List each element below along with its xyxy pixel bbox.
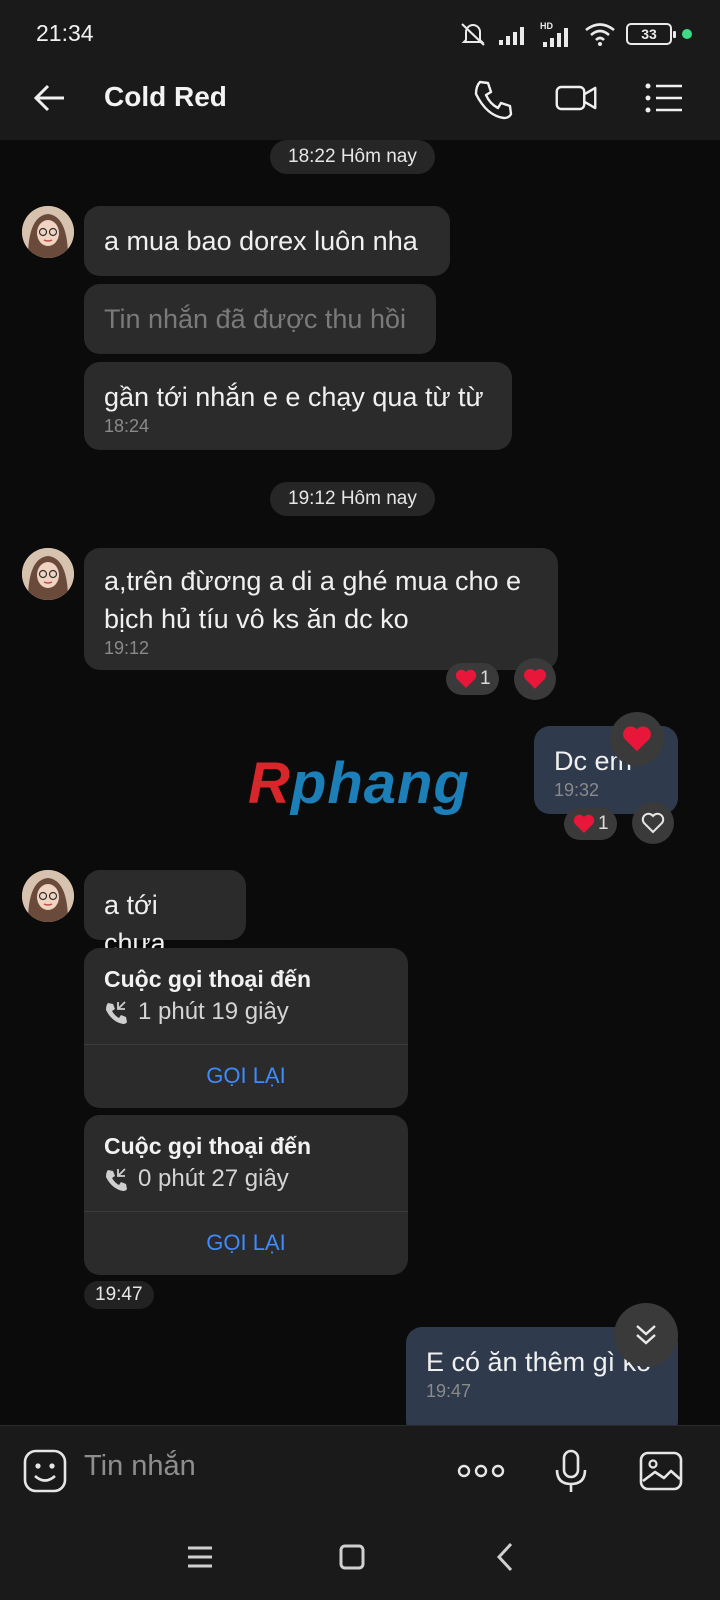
chevron-double-down-icon bbox=[636, 1325, 656, 1345]
message-time-pill: 19:47 bbox=[84, 1281, 154, 1309]
incoming-call-icon bbox=[106, 1168, 127, 1191]
watermark-text-red: R bbox=[248, 751, 291, 816]
call-title: Cuộc gọi thoại đến bbox=[104, 1133, 311, 1159]
message-time: 19:47 bbox=[426, 1381, 472, 1401]
message-text: a mua bao dorex luôn nha bbox=[104, 226, 418, 256]
status-bar: 21:34 HD 33 bbox=[0, 0, 720, 54]
heart-outline-icon bbox=[641, 812, 665, 834]
menu-list-icon[interactable] bbox=[642, 76, 686, 120]
message-text-line: a,trên đừơng a di a ghé mua cho e bbox=[104, 566, 522, 596]
call-title: Cuộc gọi thoại đến bbox=[104, 966, 311, 992]
call-back-button[interactable]: GỌI LẠI bbox=[84, 1044, 408, 1108]
react-button[interactable] bbox=[514, 658, 556, 700]
heart-icon bbox=[523, 669, 547, 689]
message-time: 19:32 bbox=[554, 780, 600, 800]
reaction-count: 1 bbox=[598, 813, 609, 834]
svg-text:HD: HD bbox=[540, 21, 553, 31]
call-back-button[interactable]: GỌI LẠI bbox=[84, 1211, 408, 1275]
call-duration-text: 0 phút 27 giây bbox=[138, 1165, 289, 1192]
call-duration: 1 phút 19 giây bbox=[104, 998, 289, 1026]
recent-apps-icon[interactable] bbox=[182, 1539, 218, 1575]
reaction-count: 1 bbox=[480, 668, 491, 689]
call-duration: 0 phút 27 giây bbox=[104, 1165, 289, 1193]
date-separator: 19:12 Hôm nay bbox=[270, 482, 435, 516]
watermark-logo: Rphang bbox=[248, 750, 470, 817]
wifi-icon bbox=[585, 23, 615, 46]
privacy-dot bbox=[682, 29, 692, 39]
watermark-text-blue: phang bbox=[290, 751, 470, 816]
heart-icon bbox=[455, 669, 477, 688]
heart-icon bbox=[573, 814, 595, 833]
avatar-image bbox=[22, 206, 74, 258]
scroll-to-bottom-button[interactable] bbox=[614, 1303, 678, 1367]
more-icon[interactable] bbox=[456, 1448, 506, 1494]
message-time: 19:12 bbox=[104, 638, 150, 658]
sticker-icon[interactable] bbox=[22, 1448, 68, 1494]
reaction-summary[interactable]: 1 bbox=[564, 808, 617, 840]
back-icon[interactable] bbox=[488, 1539, 524, 1575]
message-text: gần tới nhắn e e chạy qua từ từ bbox=[104, 382, 484, 412]
heart-icon bbox=[623, 726, 651, 752]
avatar-image bbox=[22, 870, 74, 922]
message-input[interactable]: Tin nhắn bbox=[84, 1450, 196, 1483]
avatar[interactable] bbox=[22, 870, 74, 922]
call-duration-text: 1 phút 19 giây bbox=[138, 998, 289, 1025]
battery-indicator: 33 bbox=[626, 23, 676, 45]
message-text-line: bịch hủ tíu vô ks ăn dc ko bbox=[104, 604, 409, 634]
message-bubble[interactable]: a,trên đừơng a di a ghé mua cho e bịch h… bbox=[84, 548, 558, 670]
recalled-message-text: Tin nhắn đã được thu hồi bbox=[104, 304, 406, 334]
message-bubble[interactable]: gần tới nhắn e e chạy qua từ từ 18:24 bbox=[84, 362, 512, 450]
system-navigation-bar bbox=[0, 1515, 720, 1600]
mute-bell-icon bbox=[461, 23, 485, 46]
message-composer: Tin nhắn bbox=[0, 1425, 720, 1515]
reaction-summary[interactable]: 1 bbox=[446, 663, 499, 695]
phone-icon[interactable] bbox=[470, 76, 514, 120]
incoming-call-card: Cuộc gọi thoại đến 1 phút 19 giây GỌI LẠ… bbox=[84, 948, 408, 1108]
floating-heart-reaction bbox=[610, 712, 664, 766]
status-time: 21:34 bbox=[36, 20, 94, 46]
avatar-image bbox=[22, 548, 74, 600]
incoming-call-icon bbox=[106, 1001, 127, 1024]
back-arrow-icon[interactable] bbox=[30, 78, 70, 118]
signal-icon bbox=[499, 27, 524, 45]
avatar[interactable] bbox=[22, 548, 74, 600]
incoming-call-card: Cuộc gọi thoại đến 0 phút 27 giây GỌI LẠ… bbox=[84, 1115, 408, 1275]
avatar[interactable] bbox=[22, 206, 74, 258]
image-icon[interactable] bbox=[638, 1448, 684, 1494]
recalled-message-bubble[interactable]: Tin nhắn đã được thu hồi bbox=[84, 284, 436, 354]
date-separator: 18:22 Hôm nay bbox=[270, 140, 435, 174]
home-icon[interactable] bbox=[334, 1539, 370, 1575]
microphone-icon[interactable] bbox=[548, 1448, 594, 1494]
message-time: 18:24 bbox=[104, 416, 150, 436]
react-button[interactable] bbox=[632, 802, 674, 844]
message-list[interactable]: 18:22 Hôm nay a mua bao dorex luôn nha T… bbox=[0, 140, 720, 1425]
contact-name[interactable]: Cold Red bbox=[104, 81, 227, 113]
chat-header: Cold Red bbox=[0, 54, 720, 140]
message-bubble[interactable]: a tới chưa bbox=[84, 870, 246, 958]
status-icons: HD 33 bbox=[458, 20, 692, 48]
video-call-icon[interactable] bbox=[554, 76, 598, 120]
signal-hd-icon: HD bbox=[540, 21, 568, 47]
message-bubble[interactable]: a mua bao dorex luôn nha bbox=[84, 206, 450, 276]
